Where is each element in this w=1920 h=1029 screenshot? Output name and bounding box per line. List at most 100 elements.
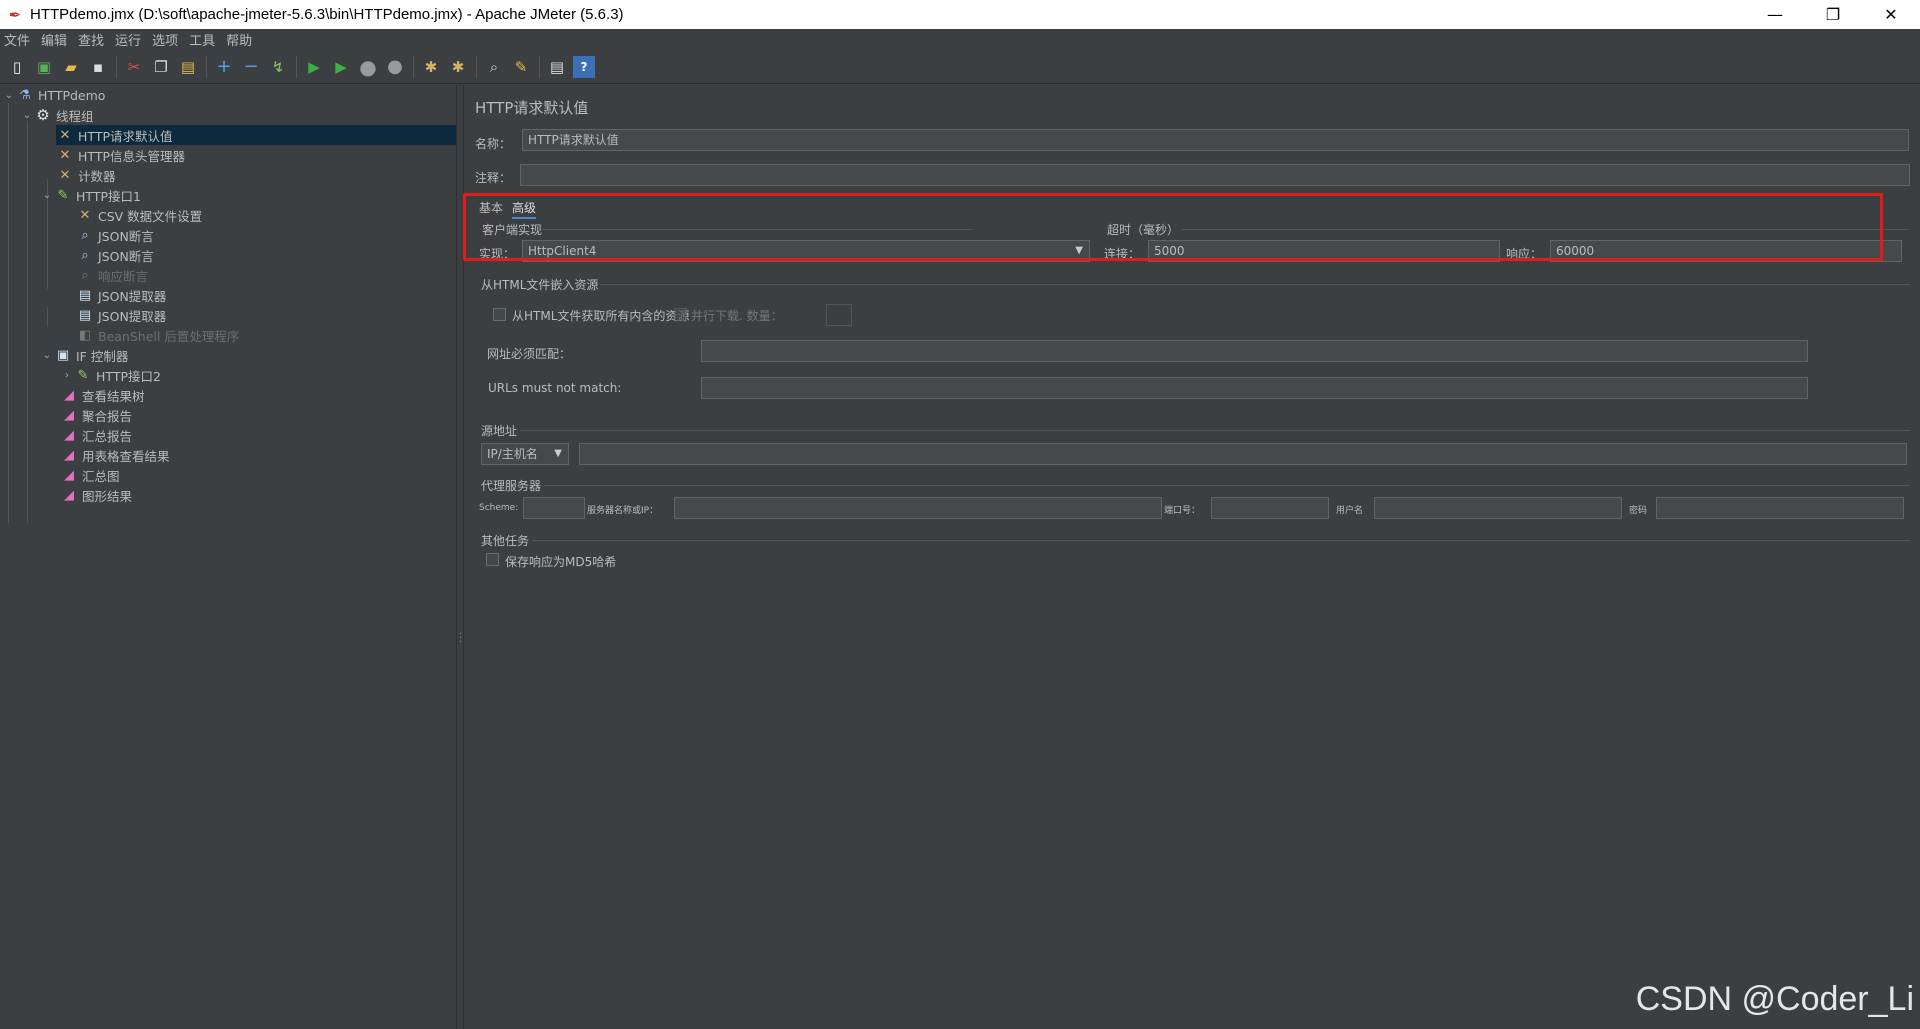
must-not-match-field[interactable] bbox=[701, 377, 1808, 399]
chevron-down-icon[interactable]: ⌄ bbox=[20, 110, 34, 121]
scheme-label: Scheme: bbox=[479, 503, 519, 513]
must-match-label: 网址必须匹配： bbox=[487, 347, 572, 361]
source-address-field[interactable] bbox=[579, 443, 1907, 465]
start-no-pause-icon[interactable]: ▶ bbox=[330, 56, 352, 78]
must-match-field[interactable] bbox=[701, 340, 1808, 362]
proxy-server-field[interactable] bbox=[674, 497, 1162, 519]
toolbar: ▯ ▣ ▰ ▪ ✂ ❐ ▤ + − ↯ ▶ ▶ ● ● ✱ ✱ ⌕ ✎ ▤ ? bbox=[0, 50, 1920, 84]
tree-item-httpdemo[interactable]: ⌄ ⚗ HTTPdemo bbox=[2, 85, 106, 105]
search-icon[interactable]: ⌕ bbox=[483, 56, 505, 78]
save-icon[interactable]: ▪ bbox=[87, 56, 109, 78]
gear-icon: ⚙ bbox=[36, 106, 50, 124]
proxy-section-line bbox=[544, 485, 1910, 486]
tree-item-beanshell-postprocessor[interactable]: ◧ BeanShell 后置处理程序 bbox=[76, 325, 239, 345]
tree-item-graph-results[interactable]: ◢ 图形结果 bbox=[60, 485, 132, 505]
tree-item-summary-graph[interactable]: ◢ 汇总图 bbox=[60, 465, 120, 485]
menu-run[interactable]: 运行 bbox=[111, 30, 148, 49]
window-controls: — ❐ ✕ bbox=[1746, 0, 1920, 29]
tree-item-http-api2[interactable]: › ✎ HTTP接口2 bbox=[60, 365, 161, 385]
toggle-icon[interactable]: ↯ bbox=[267, 56, 289, 78]
tree-guide-line bbox=[27, 121, 28, 523]
toolbar-separator bbox=[476, 55, 477, 78]
maximize-button[interactable]: ❐ bbox=[1804, 0, 1862, 29]
tree-item-json-assertion[interactable]: ⌕ JSON断言 bbox=[76, 245, 153, 265]
toolbar-separator bbox=[116, 55, 117, 78]
parallel-download-checkbox[interactable] bbox=[674, 308, 687, 321]
parallel-count-field[interactable] bbox=[826, 304, 852, 326]
tree-item-http-defaults[interactable]: ✕ HTTP请求默认值 bbox=[56, 125, 456, 145]
copy-icon[interactable]: ❐ bbox=[150, 56, 172, 78]
tree-item-response-assertion[interactable]: ⌕ 响应断言 bbox=[76, 265, 148, 285]
proxy-user-label: 用户名 bbox=[1336, 506, 1364, 516]
tree-item-counter[interactable]: ✕ 计数器 bbox=[56, 165, 116, 185]
menu-help[interactable]: 帮助 bbox=[222, 30, 259, 49]
assertion-icon: ⌕ bbox=[81, 227, 89, 243]
proxy-password-field[interactable] bbox=[1656, 497, 1904, 519]
tree-item-view-results-table[interactable]: ◢ 用表格查看结果 bbox=[60, 445, 170, 465]
reset-search-icon[interactable]: ✎ bbox=[510, 56, 532, 78]
menu-options[interactable]: 选项 bbox=[148, 30, 185, 49]
page-title: HTTP请求默认值 bbox=[475, 99, 589, 117]
test-plan-tree: ⌄ ⚗ HTTPdemo ⌄ ⚙ 线程组 ✕ HTTP请求默认值 ✕ HTTP信… bbox=[0, 85, 456, 1029]
parallel-download-label: 并行下载. 数量： bbox=[691, 309, 783, 323]
open-icon[interactable]: ▰ bbox=[60, 56, 82, 78]
extractor-icon: ▤ bbox=[78, 307, 92, 323]
new-icon[interactable]: ▯ bbox=[6, 56, 28, 78]
assertion-icon: ⌕ bbox=[81, 247, 89, 263]
close-button[interactable]: ✕ bbox=[1862, 0, 1920, 29]
menu-edit[interactable]: 编辑 bbox=[37, 30, 74, 49]
config-icon: ✕ bbox=[59, 147, 71, 163]
chevron-right-icon[interactable]: › bbox=[60, 370, 74, 381]
function-helper-icon[interactable]: ▤ bbox=[546, 56, 568, 78]
menu-search[interactable]: 查找 bbox=[74, 30, 111, 49]
tree-item-json-assertion[interactable]: ⌕ JSON断言 bbox=[76, 225, 153, 245]
highlight-box bbox=[463, 193, 1883, 261]
sampler-icon: ✎ bbox=[57, 187, 69, 203]
minimize-button[interactable]: — bbox=[1746, 0, 1804, 29]
tree-item-summary-report[interactable]: ◢ 汇总报告 bbox=[60, 425, 132, 445]
tree-item-if-controller[interactable]: ⌄ ▣ IF 控制器 bbox=[40, 345, 129, 365]
clear-icon[interactable]: ✱ bbox=[420, 56, 442, 78]
tree-item-thread-group[interactable]: ⌄ ⚙ 线程组 bbox=[20, 105, 94, 125]
start-icon[interactable]: ▶ bbox=[303, 56, 325, 78]
help-icon[interactable]: ? bbox=[573, 55, 595, 78]
postprocessor-icon: ◧ bbox=[78, 327, 92, 343]
retrieve-all-label: 从HTML文件获取所有内含的资源 bbox=[512, 309, 690, 323]
menu-tools[interactable]: 工具 bbox=[185, 30, 222, 49]
listener-icon: ◢ bbox=[64, 447, 74, 463]
proxy-user-field[interactable] bbox=[1374, 497, 1622, 519]
tree-item-view-results-tree[interactable]: ◢ 查看结果树 bbox=[60, 385, 145, 405]
listener-icon: ◢ bbox=[64, 487, 74, 503]
md5-label: 保存响应为MD5哈希 bbox=[505, 555, 617, 569]
watermark: CSDN @Coder_Li bbox=[1635, 980, 1914, 1018]
scheme-field[interactable] bbox=[523, 497, 585, 519]
tree-item-header-manager[interactable]: ✕ HTTP信息头管理器 bbox=[56, 145, 185, 165]
paste-icon[interactable]: ▤ bbox=[177, 56, 199, 78]
source-type-select[interactable]: IP/主机名 ▼ bbox=[481, 443, 569, 465]
menu-file[interactable]: 文件 bbox=[0, 30, 37, 49]
tree-item-csv-config[interactable]: ✕ CSV 数据文件设置 bbox=[76, 205, 203, 225]
chevron-down-icon[interactable]: ⌄ bbox=[40, 350, 54, 361]
retrieve-all-checkbox[interactable] bbox=[493, 308, 506, 321]
comment-field[interactable] bbox=[520, 164, 1910, 186]
tree-item-aggregate-report[interactable]: ◢ 聚合报告 bbox=[60, 405, 132, 425]
stop-icon[interactable]: ● bbox=[357, 55, 379, 79]
cut-icon[interactable]: ✂ bbox=[123, 56, 145, 78]
tree-guide-line bbox=[8, 103, 9, 523]
templates-icon[interactable]: ▣ bbox=[33, 56, 55, 78]
collapse-icon[interactable]: − bbox=[240, 56, 262, 78]
chevron-down-icon[interactable]: ⌄ bbox=[2, 90, 16, 101]
tree-item-http-api1[interactable]: ⌄ ✎ HTTP接口1 bbox=[40, 185, 141, 205]
tree-item-json-extractor[interactable]: ▤ JSON提取器 bbox=[76, 285, 166, 305]
config-icon: ✕ bbox=[59, 167, 71, 183]
chevron-down-icon[interactable]: ⌄ bbox=[40, 190, 54, 201]
proxy-port-field[interactable] bbox=[1211, 497, 1329, 519]
config-panel: HTTP请求默认值 名称： HTTP请求默认值 注释： 基本 高级 客户端实现 … bbox=[463, 85, 1920, 1029]
shutdown-icon[interactable]: ● bbox=[384, 56, 406, 78]
name-field[interactable]: HTTP请求默认值 bbox=[522, 129, 1909, 151]
md5-checkbox[interactable] bbox=[486, 553, 499, 566]
clear-all-icon[interactable]: ✱ bbox=[447, 56, 469, 78]
tree-item-json-extractor[interactable]: ▤ JSON提取器 bbox=[76, 305, 166, 325]
controller-icon: ▣ bbox=[56, 347, 70, 363]
expand-icon[interactable]: + bbox=[213, 56, 235, 78]
